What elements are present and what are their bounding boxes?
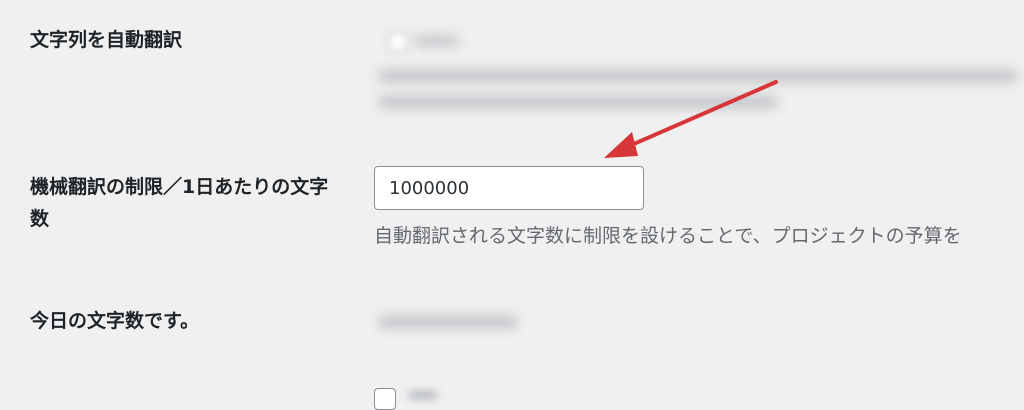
translation-limit-description: 自動翻訳される文字数に制限を設けることで、プロジェクトの予算を: [374, 225, 962, 247]
bottom-checkbox[interactable]: [374, 388, 396, 410]
translation-limit-input[interactable]: [374, 166, 644, 210]
today-count-label: 今日の文字数です。: [30, 310, 200, 332]
blurred-today-count: [378, 316, 518, 328]
red-arrow-icon: [604, 80, 778, 158]
auto-translate-checkbox[interactable]: [388, 32, 408, 52]
blurred-bottom-label: [408, 390, 438, 400]
blurred-checkbox-label: [414, 36, 460, 46]
auto-translate-label: 文字列を自動翻訳: [30, 29, 183, 51]
translation-limit-label: 機械翻訳の制限／1日あたりの文字数: [30, 176, 329, 230]
